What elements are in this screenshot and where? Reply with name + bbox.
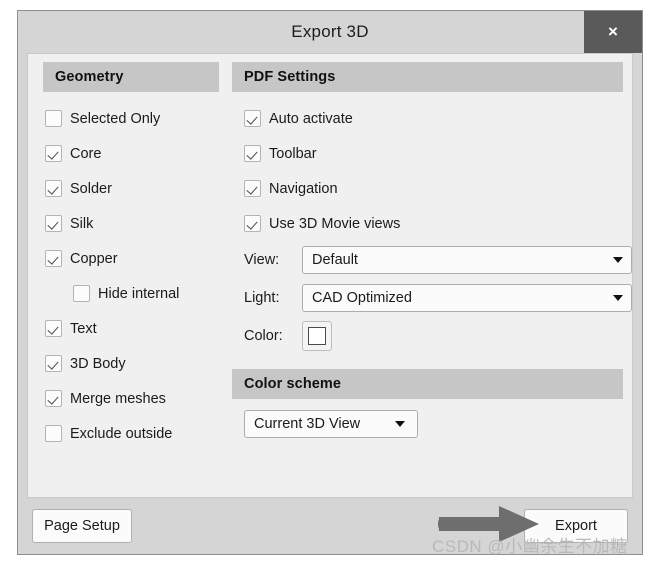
- checkbox-label: Selected Only: [70, 110, 161, 127]
- checkbox-exclude-outside-icon[interactable]: [45, 425, 62, 442]
- checkbox-row-solder[interactable]: Solder: [45, 171, 228, 206]
- checkbox-row-toolbar[interactable]: Toolbar: [244, 136, 632, 171]
- checkbox-3d-body-icon[interactable]: [45, 355, 62, 372]
- dialog-content: Geometry Selected Only Core Solder Silk: [27, 53, 633, 498]
- checkbox-row-selected-only[interactable]: Selected Only: [45, 101, 228, 136]
- color-scheme-block: Color scheme Current 3D View: [232, 369, 632, 438]
- color-label: Color:: [244, 328, 283, 344]
- checkbox-label: Silk: [70, 215, 94, 232]
- light-dropdown[interactable]: CAD Optimized: [302, 284, 632, 312]
- checkbox-label: Core: [70, 145, 102, 162]
- color-picker-button[interactable]: [302, 321, 332, 351]
- geometry-section-header: Geometry: [43, 62, 219, 92]
- page-setup-button[interactable]: Page Setup: [32, 509, 132, 543]
- checkbox-label: Solder: [70, 180, 112, 197]
- color-field-row: Color:: [232, 317, 632, 355]
- view-dropdown-value: Default: [312, 252, 358, 268]
- checkbox-row-use-3d-movie-views[interactable]: Use 3D Movie views: [244, 206, 632, 241]
- dialog-footer: Page Setup Export: [18, 498, 642, 554]
- checkbox-row-exclude-outside[interactable]: Exclude outside: [45, 416, 228, 451]
- chevron-down-icon: [613, 257, 623, 263]
- checkbox-row-core[interactable]: Core: [45, 136, 228, 171]
- checkbox-silk-icon[interactable]: [45, 215, 62, 232]
- chevron-down-icon: [613, 295, 623, 301]
- checkbox-row-silk[interactable]: Silk: [45, 206, 228, 241]
- checkbox-label: Hide internal: [98, 285, 180, 302]
- view-dropdown[interactable]: Default: [302, 246, 632, 274]
- view-label: View:: [244, 252, 280, 268]
- color-swatch: [308, 327, 326, 345]
- pdf-checkbox-list: Auto activate Toolbar Navigation Use 3D …: [232, 92, 632, 241]
- titlebar: Export 3D ×: [18, 11, 642, 53]
- checkbox-label: Text: [70, 320, 97, 337]
- checkbox-label: 3D Body: [70, 355, 126, 372]
- pdf-settings-panel: PDF Settings Auto activate Toolbar Navig…: [232, 54, 632, 497]
- geometry-panel: Geometry Selected Only Core Solder Silk: [28, 54, 228, 497]
- pdf-settings-section-header: PDF Settings: [232, 62, 623, 92]
- checkbox-row-text[interactable]: Text: [45, 311, 228, 346]
- color-scheme-dropdown-value: Current 3D View: [254, 416, 361, 432]
- checkbox-merge-meshes-icon[interactable]: [45, 390, 62, 407]
- light-label: Light:: [244, 290, 280, 306]
- checkbox-copper-icon[interactable]: [45, 250, 62, 267]
- light-field-row: Light: CAD Optimized: [232, 279, 632, 317]
- color-scheme-dropdown[interactable]: Current 3D View: [244, 410, 418, 438]
- geometry-checkbox-list: Selected Only Core Solder Silk Copper Hi…: [28, 92, 228, 451]
- checkbox-label: Use 3D Movie views: [269, 215, 401, 232]
- checkbox-auto-activate-icon[interactable]: [244, 110, 261, 127]
- checkbox-row-navigation[interactable]: Navigation: [244, 171, 632, 206]
- checkbox-solder-icon[interactable]: [45, 180, 62, 197]
- checkbox-label: Toolbar: [269, 145, 317, 162]
- checkbox-label: Copper: [70, 250, 118, 267]
- checkbox-label: Merge meshes: [70, 390, 166, 407]
- checkbox-row-merge-meshes[interactable]: Merge meshes: [45, 381, 228, 416]
- checkbox-toolbar-icon[interactable]: [244, 145, 261, 162]
- checkbox-label: Exclude outside: [70, 425, 173, 442]
- view-field-row: View: Default: [232, 241, 632, 279]
- checkbox-text-icon[interactable]: [45, 320, 62, 337]
- checkbox-row-copper[interactable]: Copper: [45, 241, 228, 276]
- close-icon[interactable]: ×: [584, 11, 642, 53]
- checkbox-label: Auto activate: [269, 110, 353, 127]
- dialog-title: Export 3D: [291, 22, 369, 41]
- light-dropdown-value: CAD Optimized: [312, 290, 412, 306]
- checkbox-navigation-icon[interactable]: [244, 180, 261, 197]
- checkbox-row-hide-internal[interactable]: Hide internal: [45, 276, 228, 311]
- color-scheme-section-header: Color scheme: [232, 369, 623, 399]
- checkbox-label: Navigation: [269, 180, 338, 197]
- checkbox-row-3d-body[interactable]: 3D Body: [45, 346, 228, 381]
- export-button[interactable]: Export: [524, 509, 628, 543]
- checkbox-hide-internal-icon[interactable]: [73, 285, 90, 302]
- chevron-down-icon: [395, 421, 405, 427]
- checkbox-selected-only-icon[interactable]: [45, 110, 62, 127]
- checkbox-row-auto-activate[interactable]: Auto activate: [244, 101, 632, 136]
- checkbox-use-3d-movie-views-icon[interactable]: [244, 215, 261, 232]
- export-3d-dialog: Export 3D × Geometry Selected Only Core …: [17, 10, 643, 555]
- checkbox-core-icon[interactable]: [45, 145, 62, 162]
